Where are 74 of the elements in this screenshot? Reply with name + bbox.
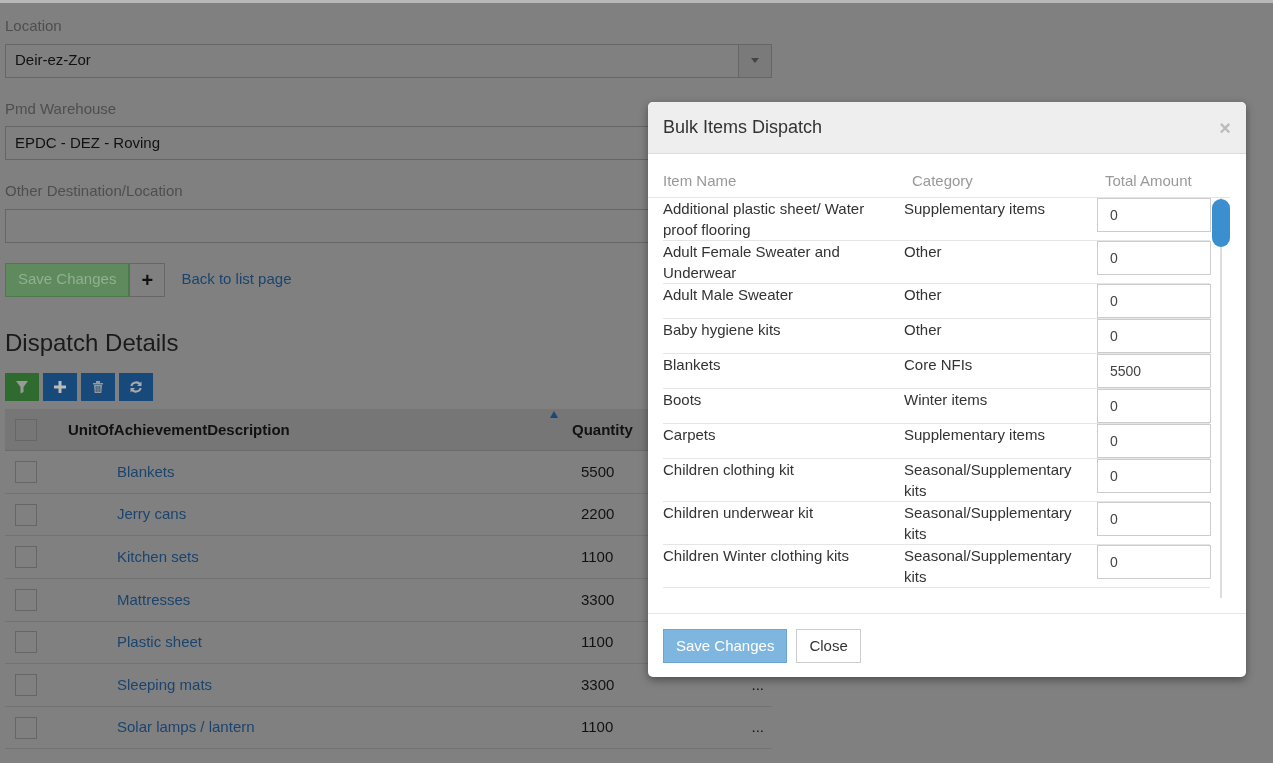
back-link[interactable]: Back to list page xyxy=(181,268,292,291)
table-cell-text: Seasonal/Supplementary kits xyxy=(904,460,1073,501)
amount-field[interactable]: 0 xyxy=(1097,459,1211,493)
close-button[interactable]: Close xyxy=(796,629,861,663)
caret-icon xyxy=(751,58,759,63)
table-cell-text: 3300 xyxy=(581,674,616,695)
table-cell-text: Other xyxy=(904,285,943,305)
scrollbar[interactable] xyxy=(1212,198,1230,598)
row-checkbox[interactable] xyxy=(15,674,37,697)
table-cell-text: Blankets xyxy=(663,355,722,375)
filter-button[interactable] xyxy=(5,373,39,402)
amount-field[interactable]: 0 xyxy=(1097,319,1211,353)
add-button[interactable] xyxy=(43,373,77,402)
row-checkbox[interactable] xyxy=(15,546,37,569)
amount-field[interactable]: 0 xyxy=(1097,545,1211,579)
table-cell-text: 1100 xyxy=(581,547,615,568)
table-cell-text: Seasonal/Supplementary kits xyxy=(904,503,1073,544)
column-header: Item Name xyxy=(663,171,738,191)
table-cell-text: Carpets xyxy=(663,425,717,445)
table-cell-text: Supplementary items xyxy=(904,425,1046,445)
row-checkbox[interactable] xyxy=(15,588,37,611)
column-header[interactable]: UnitOfAchievementDescription xyxy=(68,418,290,442)
refresh-icon xyxy=(129,380,143,395)
table-cell-text: Core NFIs xyxy=(904,355,974,375)
item-link[interactable]: Jerry cans xyxy=(117,505,187,523)
filter-icon xyxy=(15,380,29,395)
table-cell-text: Supplementary items xyxy=(904,199,1046,219)
table-cell-text: Other xyxy=(904,242,943,262)
table-cell-text: Baby hygiene kits xyxy=(663,320,782,340)
amount-field[interactable]: 5500 xyxy=(1097,354,1211,388)
table-cell-text: 3300 xyxy=(581,589,616,610)
row-checkbox[interactable] xyxy=(15,461,37,484)
table-cell-text: Adult Female Sweater and Underwear xyxy=(663,242,841,283)
amount-field[interactable]: 0 xyxy=(1097,502,1211,536)
table-cell-text: Adult Male Sweater xyxy=(663,285,795,305)
item-link[interactable]: Blankets xyxy=(117,462,175,480)
row-checkbox[interactable] xyxy=(15,503,37,526)
table-cell-text: 2200 xyxy=(581,504,616,525)
table-cell-text: Additional plastic sheet/ Water proof flooring xyxy=(663,199,866,240)
table-cell-text: Winter items xyxy=(904,390,989,410)
table-cell-text: 5500 xyxy=(581,461,616,482)
delete-button[interactable] xyxy=(81,373,115,402)
add-button[interactable]: + xyxy=(129,262,166,297)
amount-field[interactable]: 0 xyxy=(1097,424,1211,458)
item-link[interactable]: Plastic sheet xyxy=(117,633,203,651)
column-header: Category xyxy=(912,171,974,191)
amount-field[interactable]: 0 xyxy=(1097,241,1211,275)
more-menu[interactable]: ... xyxy=(751,673,764,697)
item-link[interactable]: Sleeping mats xyxy=(117,675,213,693)
table-cell-text: Seasonal/Supplementary kits xyxy=(904,546,1073,587)
row-checkbox[interactable] xyxy=(15,716,37,739)
refresh-button[interactable] xyxy=(119,373,153,402)
item-link[interactable]: Mattresses xyxy=(117,590,191,608)
table-cell-text: Boots xyxy=(663,390,703,410)
table-cell-text: 1100 xyxy=(581,632,615,653)
column-header[interactable]: Quantity xyxy=(572,418,632,442)
column-header: Total Amount xyxy=(1105,171,1193,191)
table-cell-text: Children clothing kit xyxy=(663,460,795,480)
item-link[interactable]: Solar lamps / lantern xyxy=(117,718,255,736)
table-cell-text: Children Winter clothing kits xyxy=(663,546,850,566)
row-checkbox[interactable] xyxy=(15,631,37,654)
table-cell-text: 1100 xyxy=(581,717,615,738)
amount-field[interactable]: 0 xyxy=(1097,198,1211,232)
select-field[interactable]: Deir-ez-Zor xyxy=(5,43,772,78)
plus-icon xyxy=(53,380,67,395)
more-menu[interactable]: ... xyxy=(751,716,764,739)
table-cell-text: Children underwear kit xyxy=(663,503,815,523)
sort-ascending-icon[interactable] xyxy=(550,410,558,418)
amount-field[interactable]: 0 xyxy=(1097,284,1211,318)
table-cell-text: Other xyxy=(904,320,943,340)
amount-field[interactable]: 0 xyxy=(1097,389,1211,423)
trash-icon xyxy=(91,380,105,395)
item-link[interactable]: Kitchen sets xyxy=(117,548,199,566)
section-title: Dispatch Details xyxy=(5,328,179,358)
